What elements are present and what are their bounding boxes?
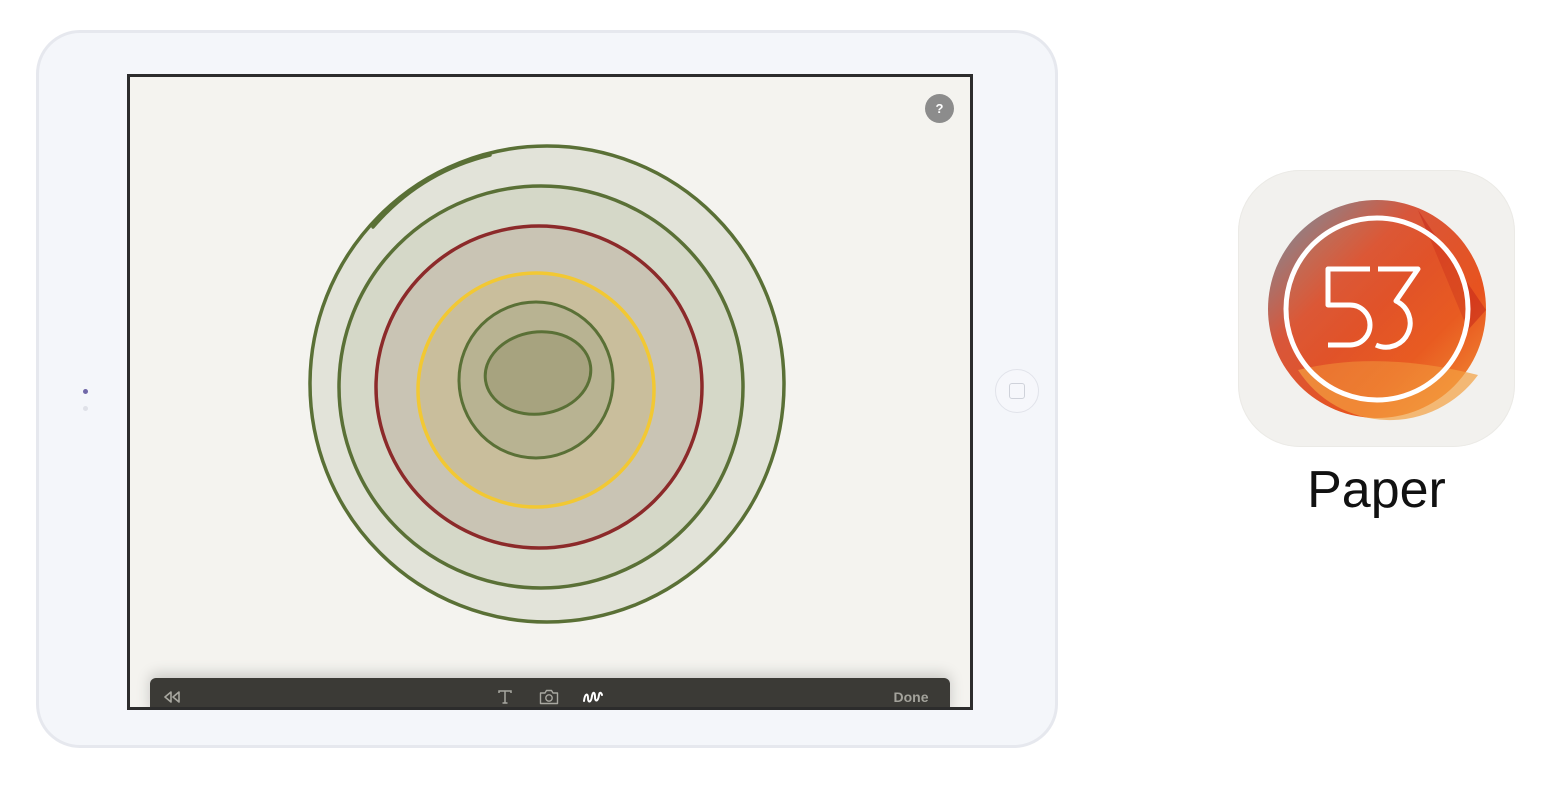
text-tool-icon — [498, 690, 512, 704]
ambient-sensor — [83, 406, 88, 411]
draw-tool-button[interactable] — [580, 684, 606, 707]
camera-icon — [539, 689, 559, 705]
drawing-canvas[interactable] — [130, 77, 970, 707]
home-button[interactable] — [995, 369, 1039, 413]
text-tool-button[interactable] — [493, 685, 517, 707]
front-camera — [83, 389, 88, 394]
app-name-label: Paper — [1307, 461, 1446, 519]
bottom-toolbar: Done — [150, 678, 950, 707]
camera-button[interactable] — [536, 684, 562, 707]
paper-logo-icon — [1268, 200, 1486, 421]
ipad-frame: ? Done — [36, 30, 1058, 748]
help-button[interactable]: ? — [925, 94, 954, 123]
rewind-icon — [164, 691, 180, 703]
draw-squiggle-icon — [583, 691, 603, 703]
paper-53-app-icon[interactable] — [1238, 170, 1515, 447]
rewind-button[interactable] — [160, 685, 184, 707]
done-button[interactable]: Done — [886, 685, 936, 707]
help-label: ? — [935, 101, 944, 116]
home-square-icon — [1009, 383, 1025, 399]
paper-canvas[interactable]: ? Done — [127, 74, 973, 710]
